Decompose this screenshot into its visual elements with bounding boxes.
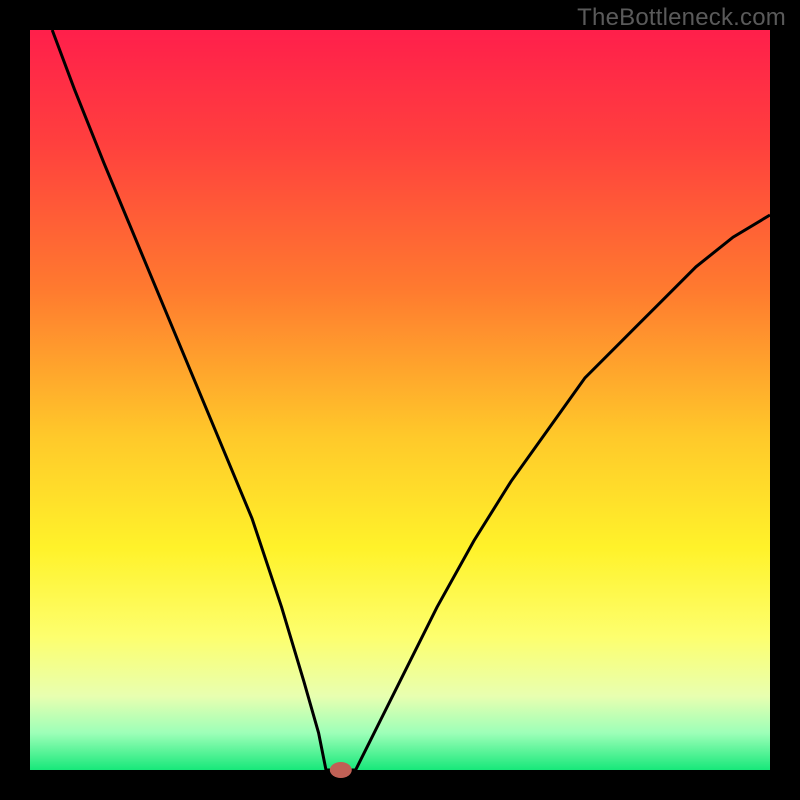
bottleneck-chart (0, 0, 800, 800)
chart-frame: TheBottleneck.com (0, 0, 800, 800)
plot-background (30, 30, 770, 770)
optimum-marker (330, 762, 352, 778)
